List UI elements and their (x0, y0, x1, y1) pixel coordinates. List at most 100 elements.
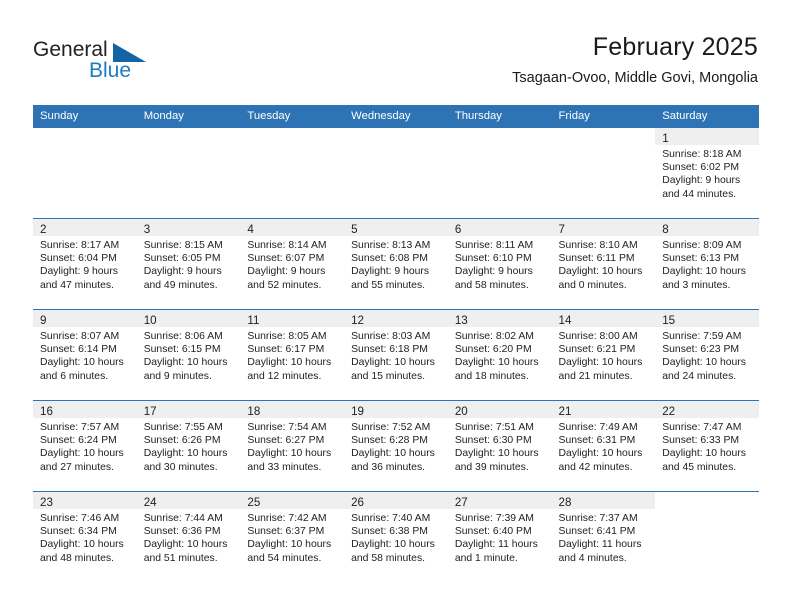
day-detail-line: Sunrise: 7:44 AM (143, 513, 223, 524)
day-detail-text (240, 145, 344, 148)
day-detail-text: Sunrise: 7:40 AM Sunset: 6:38 PM Daylight:… (344, 509, 448, 565)
day-detail-text: Sunrise: 7:54 AM Sunset: 6:27 PM Daylight:… (240, 418, 344, 474)
calendar-day-cell[interactable]: 10 Sunrise: 8:06 AM Sunset: 6:15 PM Dayligh… (136, 310, 241, 400)
day-detail-line: and 12 minutes. (247, 370, 322, 382)
calendar-day-cell[interactable]: 20 Sunrise: 7:51 AM Sunset: 6:30 PM Dayligh… (447, 401, 552, 491)
day-detail-line: Sunrise: 7:49 AM (558, 422, 638, 433)
calendar-day-cell[interactable]: 21 Sunrise: 7:49 AM Sunset: 6:31 PM Dayligh… (551, 401, 656, 491)
day-detail-line: Sunrise: 8:06 AM (143, 331, 223, 342)
day-number-band: 13 (447, 310, 552, 327)
calendar-week-row: 9 Sunrise: 8:07 AM Sunset: 6:14 PM Daylight… (33, 309, 759, 400)
calendar-day-cell[interactable]: 7 Sunrise: 8:10 AM Sunset: 6:11 PM Daylight… (551, 219, 656, 309)
day-number-band: 24 (136, 492, 241, 509)
day-detail-text: Sunrise: 7:59 AM Sunset: 6:23 PM Daylight:… (655, 327, 759, 383)
page-subtitle: Tsagaan-Ovoo, Middle Govi, Mongolia (512, 70, 758, 86)
day-detail-line: and 9 minutes. (143, 370, 212, 382)
day-detail-line: and 1 minute. (454, 552, 518, 564)
day-number-band: 25 (240, 492, 345, 509)
day-number-band: 9 (33, 310, 137, 327)
day-detail-line: Daylight: 10 hours (247, 539, 332, 551)
day-number: 16 (40, 405, 53, 418)
calendar-week-row: 23 Sunrise: 7:46 AM Sunset: 6:34 PM Dayligh… (33, 491, 759, 582)
day-detail-line: Daylight: 10 hours (351, 448, 435, 460)
day-detail-text (33, 145, 137, 148)
calendar-day-cell[interactable]: 9 Sunrise: 8:07 AM Sunset: 6:14 PM Daylight… (33, 310, 137, 400)
calendar-day-cell[interactable]: 23 Sunrise: 7:46 AM Sunset: 6:34 PM Dayligh… (33, 492, 137, 582)
day-detail-line: Daylight: 10 hours (247, 448, 332, 460)
day-detail-line: Sunrise: 8:18 AM (662, 149, 742, 160)
day-detail-text: Sunrise: 8:11 AM Sunset: 6:10 PM Daylight:… (448, 236, 552, 292)
day-detail-line: and 52 minutes. (247, 279, 322, 291)
calendar-day-cell[interactable]: 12 Sunrise: 8:03 AM Sunset: 6:18 PM Dayligh… (344, 310, 448, 400)
calendar-day-cell[interactable]: 27 Sunrise: 7:39 AM Sunset: 6:40 PM Dayligh… (447, 492, 552, 582)
day-number: 15 (662, 314, 676, 327)
calendar-day-cell[interactable]: 13 Sunrise: 8:02 AM Sunset: 6:20 PM Dayligh… (447, 310, 552, 400)
day-detail-line: Sunrise: 7:46 AM (40, 513, 120, 524)
day-detail-text: Sunrise: 8:10 AM Sunset: 6:11 PM Daylight:… (552, 236, 656, 292)
calendar-day-cell[interactable]: 1 Sunrise: 8:18 AM Sunset: 6:02 PM Daylight… (655, 128, 759, 218)
day-detail-line: Sunset: 6:07 PM (247, 253, 325, 265)
day-number: 14 (558, 314, 572, 327)
calendar-day-cell[interactable]: 25 Sunrise: 7:42 AM Sunset: 6:37 PM Dayligh… (240, 492, 345, 582)
day-detail-line: Sunset: 6:21 PM (558, 344, 636, 356)
day-detail-line: Sunset: 6:34 PM (40, 526, 117, 538)
calendar-day-cell[interactable]: 5 Sunrise: 8:13 AM Sunset: 6:08 PM Daylight… (344, 219, 448, 309)
day-number-band: 15 (655, 310, 759, 327)
day-number-band: 7 (551, 219, 656, 236)
day-detail-line: Daylight: 10 hours (40, 357, 124, 369)
day-detail-line: Sunset: 6:28 PM (351, 435, 428, 447)
day-detail-line: and 15 minutes. (351, 370, 426, 382)
calendar-day-cell[interactable]: 16 Sunrise: 7:57 AM Sunset: 6:24 PM Dayligh… (33, 401, 137, 491)
calendar-day-cell[interactable]: 8 Sunrise: 8:09 AM Sunset: 6:13 PM Daylight… (655, 219, 759, 309)
day-detail-line: Daylight: 10 hours (454, 448, 539, 460)
calendar-day-cell[interactable]: 11 Sunrise: 8:05 AM Sunset: 6:17 PM Dayligh… (240, 310, 345, 400)
day-detail-line: Daylight: 10 hours (558, 448, 643, 460)
day-number-band: 26 (344, 492, 448, 509)
day-detail-text: Sunrise: 7:51 AM Sunset: 6:30 PM Daylight:… (448, 418, 552, 474)
calendar-day-cell[interactable]: 15 Sunrise: 7:59 AM Sunset: 6:23 PM Dayligh… (655, 310, 759, 400)
calendar-day-cell[interactable]: 2 Sunrise: 8:17 AM Sunset: 6:04 PM Daylight… (33, 219, 137, 309)
day-detail-line: Sunrise: 8:00 AM (558, 331, 638, 342)
calendar-day-cell[interactable]: 3 Sunrise: 8:15 AM Sunset: 6:05 PM Daylight… (136, 219, 241, 309)
day-number: 5 (351, 223, 358, 236)
day-number-band: 3 (136, 219, 241, 236)
day-number-band: 2 (33, 219, 137, 236)
day-number: 4 (247, 223, 254, 236)
day-detail-line: Sunset: 6:13 PM (662, 253, 740, 265)
weekday-header-sunday: Sunday (40, 110, 79, 122)
weekday-header-thursday: Thursday (454, 110, 502, 122)
day-detail-text: Sunrise: 7:39 AM Sunset: 6:40 PM Daylight:… (448, 509, 552, 565)
calendar-empty-cell (33, 128, 137, 218)
day-detail-line: Sunset: 6:17 PM (247, 344, 325, 356)
calendar-day-cell[interactable]: 19 Sunrise: 7:52 AM Sunset: 6:28 PM Dayligh… (344, 401, 448, 491)
calendar-day-cell[interactable]: 24 Sunrise: 7:44 AM Sunset: 6:36 PM Dayligh… (136, 492, 241, 582)
calendar-day-cell[interactable]: 22 Sunrise: 7:47 AM Sunset: 6:33 PM Dayligh… (655, 401, 759, 491)
day-detail-line: Sunrise: 8:09 AM (662, 240, 742, 251)
day-detail-line: Sunset: 6:15 PM (143, 344, 221, 356)
day-detail-line: Sunrise: 7:59 AM (662, 331, 742, 342)
calendar-day-cell[interactable]: 14 Sunrise: 8:00 AM Sunset: 6:21 PM Dayligh… (551, 310, 656, 400)
calendar-day-cell[interactable]: 4 Sunrise: 8:14 AM Sunset: 6:07 PM Daylight… (240, 219, 345, 309)
calendar-week-row: 2 Sunrise: 8:17 AM Sunset: 6:04 PM Daylight… (33, 218, 759, 309)
calendar-day-cell[interactable]: 18 Sunrise: 7:54 AM Sunset: 6:27 PM Dayligh… (240, 401, 345, 491)
day-detail-line: Daylight: 10 hours (40, 539, 124, 551)
day-number: 1 (662, 132, 669, 145)
calendar-day-cell[interactable]: 26 Sunrise: 7:40 AM Sunset: 6:38 PM Dayligh… (344, 492, 448, 582)
day-detail-line: and 33 minutes. (247, 461, 322, 473)
day-detail-text: Sunrise: 8:15 AM Sunset: 6:05 PM Daylight:… (137, 236, 241, 292)
day-number: 18 (247, 405, 261, 418)
calendar-day-cell[interactable]: 17 Sunrise: 7:55 AM Sunset: 6:26 PM Dayligh… (136, 401, 241, 491)
day-detail-line: Sunset: 6:41 PM (558, 526, 636, 538)
day-detail-line: and 27 minutes. (40, 461, 114, 473)
day-detail-line: Sunrise: 7:55 AM (143, 422, 223, 433)
calendar-day-cell[interactable]: 6 Sunrise: 8:11 AM Sunset: 6:10 PM Daylight… (447, 219, 552, 309)
day-detail-line: and 47 minutes. (40, 279, 114, 291)
day-detail-line: Sunset: 6:02 PM (662, 162, 740, 174)
calendar-day-cell[interactable]: 28 Sunrise: 7:37 AM Sunset: 6:41 PM Dayligh… (551, 492, 656, 582)
day-detail-line: Sunrise: 8:17 AM (40, 240, 120, 251)
day-detail-line: Sunrise: 8:02 AM (454, 331, 534, 342)
day-detail-line: and 24 minutes. (662, 370, 737, 382)
day-detail-line: and 49 minutes. (143, 279, 218, 291)
brand-logo: General Blue (33, 38, 153, 86)
day-detail-line: Sunrise: 8:07 AM (40, 331, 120, 342)
